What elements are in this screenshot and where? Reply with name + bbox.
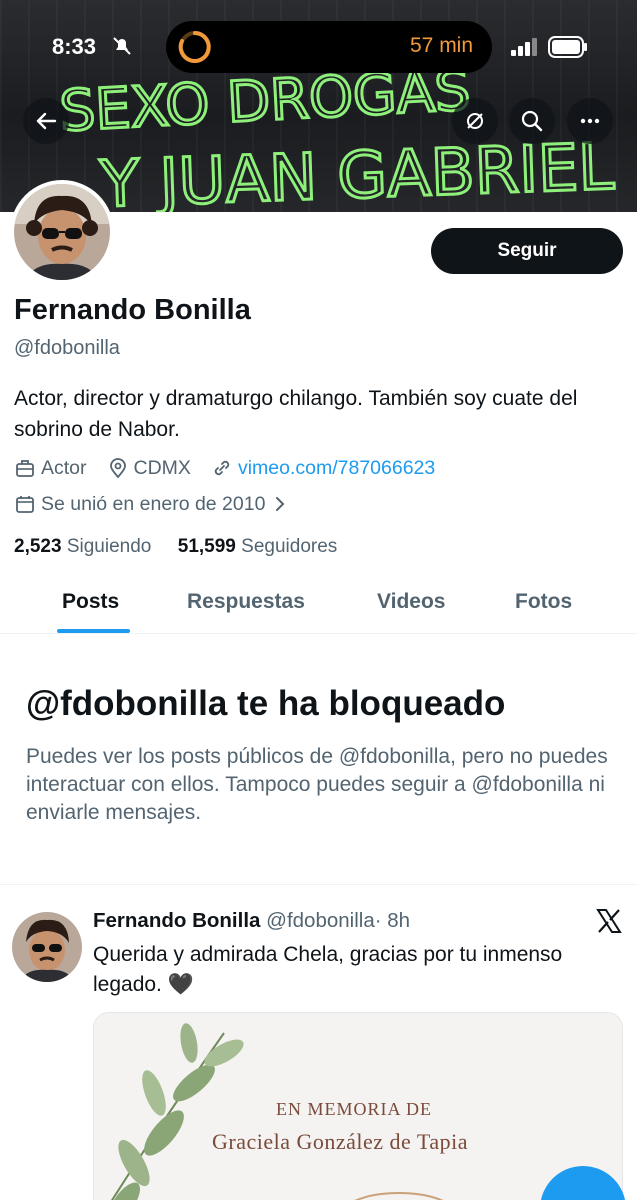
post-avatar-portrait [12,912,82,982]
joined-text: Se unió en enero de 2010 [41,492,266,515]
search-icon [521,110,543,132]
followers-link[interactable]: 51,599 Seguidores [178,536,338,557]
calendar-icon [16,496,34,513]
profile-name: Fernando Bonilla [14,294,251,326]
location-pin-icon [109,458,126,479]
more-button[interactable] [567,98,613,144]
tab-respuestas[interactable]: Respuestas [187,590,305,614]
status-time: 8:33 [52,34,97,59]
post-header: Fernando Bonilla @fdobonilla· 8h [93,909,410,933]
website-link[interactable]: vimeo.com/787066623 [238,457,435,480]
battery-icon [548,36,587,58]
following-count: 2,523 [14,536,62,557]
link-icon [214,460,230,476]
follow-stats: 2,523 Siguiendo 51,599 Seguidores [14,536,337,558]
followers-count: 51,599 [177,536,236,557]
avatar-portrait [14,184,110,280]
search-button[interactable] [509,98,555,144]
location-text: CDMX [133,456,191,479]
chevron-right-icon [276,497,285,511]
signal-icon [511,38,537,56]
bell-slash-icon [113,37,131,55]
more-icon [580,118,600,124]
profession-text: Actor [41,456,87,479]
blocked-description: Puedes ver los posts públicos de @fdobon… [26,745,608,824]
follow-button[interactable]: Seguir [431,228,623,274]
profile-avatar[interactable] [10,180,114,284]
briefcase-icon [16,460,34,477]
post-text: Querida y admirada Chela, gracias por tu… [93,943,563,996]
post-time: · 8h [374,909,411,932]
back-arrow-icon [36,112,57,130]
avatar-photo [14,184,110,280]
no-retweets-icon [467,113,483,129]
timer-text: 57 min [410,34,474,57]
website-item[interactable]: vimeo.com/787066623 [211,457,435,480]
tab-videos[interactable]: Videos [377,590,445,614]
media-caption-line1: EN MEMORIA DE [276,1099,432,1119]
tab-fotos[interactable]: Fotos [515,590,572,614]
back-button[interactable] [23,98,69,144]
location-item: CDMX [107,457,191,480]
post-author-name[interactable]: Fernando Bonilla [93,909,260,932]
blocked-title: @fdobonilla te ha bloqueado [26,684,506,723]
profile-meta: Actor CDMX vimeo.com/787066623 [14,455,455,481]
post-media[interactable]: EN MEMORIA DE Graciela González de Tapia [93,1012,623,1200]
active-tab-indicator [57,629,130,633]
profile-tabs: Posts Respuestas Videos Fotos [0,580,637,634]
followers-label: Seguidores [241,536,338,557]
section-divider [0,884,637,885]
media-caption-line2: Graciela González de Tapia [212,1129,468,1154]
timer-icon [178,31,211,63]
post-author-handle[interactable]: @fdobonilla [266,909,375,932]
joined-row[interactable]: Se unió en enero de 2010 [14,491,294,517]
post-author-avatar[interactable] [12,912,82,982]
retweets-off-button[interactable] [452,98,498,144]
profession-item: Actor [14,457,87,480]
profile-bio: Actor, director y dramaturgo chilango. T… [14,387,578,441]
following-link[interactable]: 2,523 Siguiendo [14,536,151,557]
x-logo-icon[interactable] [596,908,622,934]
tab-posts[interactable]: Posts [62,590,119,614]
profile-handle: @fdobonilla [14,337,120,359]
following-label: Siguiendo [66,536,152,557]
